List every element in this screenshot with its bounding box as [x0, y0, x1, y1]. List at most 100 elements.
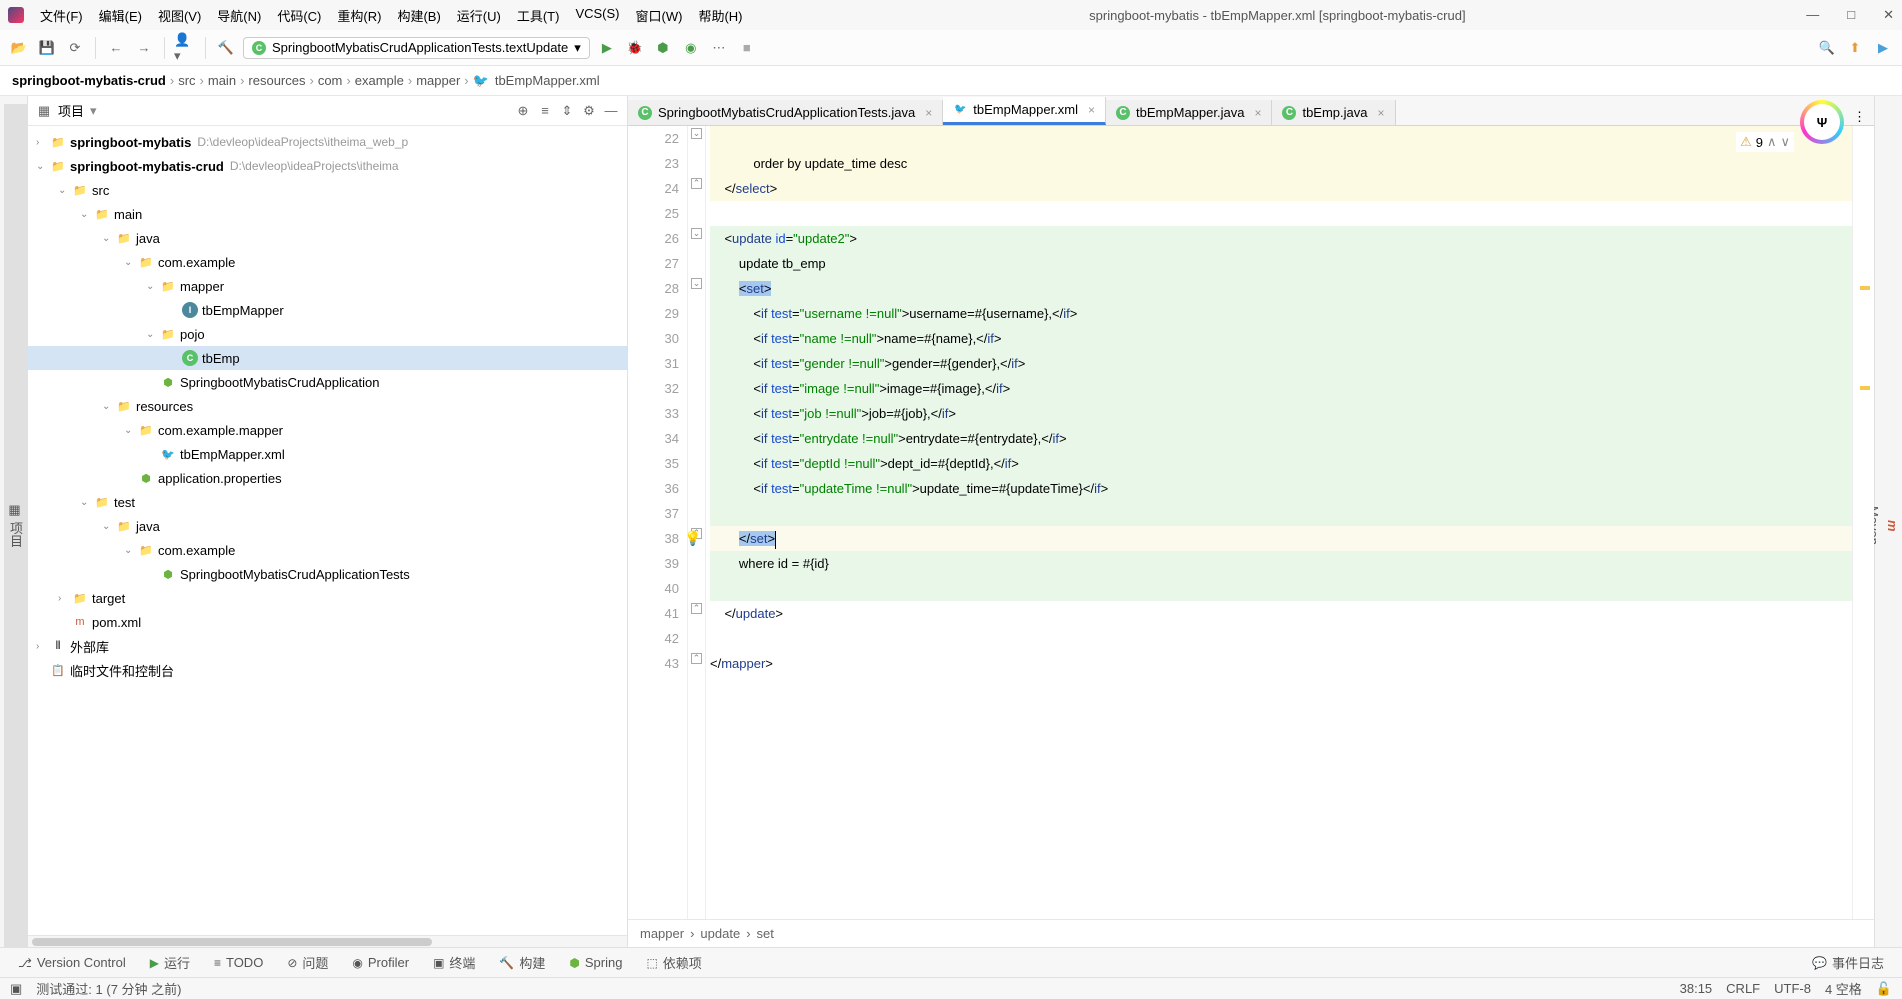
file-encoding[interactable]: UTF-8	[1774, 981, 1811, 996]
maximize-button[interactable]: □	[1847, 7, 1855, 23]
tree-item[interactable]: ⌄📁main	[28, 202, 627, 226]
run-config-selector[interactable]: C SpringbootMybatisCrudApplicationTests.…	[243, 37, 590, 59]
problems-tab[interactable]: ⊘问题	[277, 950, 338, 975]
menu-vcs[interactable]: VCS(S)	[569, 4, 625, 27]
tree-item[interactable]: ›⫴外部库	[28, 634, 627, 658]
search-icon[interactable]: 🔍	[1816, 37, 1838, 59]
avatar-icon[interactable]: 👤▾	[174, 37, 196, 59]
settings-icon[interactable]: ⚙	[581, 103, 597, 119]
expand-all-icon[interactable]: ≡	[537, 103, 553, 119]
tree-item[interactable]: 🐦tbEmpMapper.xml	[28, 442, 627, 466]
editor-tab[interactable]: CSpringbootMybatisCrudApplicationTests.j…	[628, 100, 943, 125]
tree-item[interactable]: ›📁springboot-mybatisD:\devleop\ideaProje…	[28, 130, 627, 154]
tree-item[interactable]: ⌄📁com.example	[28, 538, 627, 562]
structure-tool-button[interactable]: ⬚ 结构	[0, 504, 4, 947]
menu-code[interactable]: 代码(C)	[271, 4, 327, 27]
tree-item[interactable]: ⌄📁com.example	[28, 250, 627, 274]
coverage-button[interactable]: ⬢	[652, 37, 674, 59]
breadcrumb-item[interactable]: main	[208, 73, 236, 88]
tree-item[interactable]: ⌄📁java	[28, 226, 627, 250]
inspect-up-icon[interactable]: ∧	[1767, 134, 1777, 150]
tree-item[interactable]: ⌄📁mapper	[28, 274, 627, 298]
tree-item[interactable]: ⌄📁test	[28, 490, 627, 514]
menu-navigate[interactable]: 导航(N)	[211, 4, 267, 27]
tabs-more-icon[interactable]: ⋮	[1845, 109, 1874, 125]
breadcrumb-item[interactable]: src	[178, 73, 195, 88]
select-opened-icon[interactable]: ⊕	[515, 103, 531, 119]
terminal-tab[interactable]: ▣终端	[423, 950, 485, 975]
attach-button[interactable]: ⋯	[708, 37, 730, 59]
indent-info[interactable]: 4 空格	[1825, 979, 1862, 998]
breadcrumb-item[interactable]: mapper	[416, 73, 460, 88]
readonly-toggle[interactable]: 🔓	[1876, 981, 1892, 997]
tree-item[interactable]: ⌄📁springboot-mybatis-crudD:\devleop\idea…	[28, 154, 627, 178]
tree-item[interactable]: ⌄📁java	[28, 514, 627, 538]
eventlog-tab[interactable]: 💬事件日志	[1802, 950, 1894, 975]
menu-help[interactable]: 帮助(H)	[692, 4, 748, 27]
project-view-icon[interactable]: ▦	[36, 103, 52, 119]
close-button[interactable]: ✕	[1883, 7, 1894, 23]
menu-refactor[interactable]: 重构(R)	[331, 4, 387, 27]
tree-item[interactable]: ⌄📁resources	[28, 394, 627, 418]
todo-tab[interactable]: ≡TODO	[204, 952, 273, 973]
warning-icon[interactable]: ⚠	[1740, 134, 1752, 150]
back-icon[interactable]: ←	[105, 37, 127, 59]
open-icon[interactable]: 📂	[8, 37, 30, 59]
fold-gutter[interactable]: ⌄⌃⌄⌄⌃⌃⌃	[688, 126, 706, 919]
editor-tab[interactable]: 🐦tbEmpMapper.xml×	[943, 97, 1106, 125]
ai-assistant-badge[interactable]: Ψ	[1800, 100, 1844, 144]
tree-item[interactable]: CtbEmp	[28, 346, 627, 370]
code-editor[interactable]: order by update_time desc </select> <upd…	[706, 126, 1852, 919]
breadcrumb-item[interactable]: resources	[248, 73, 305, 88]
tree-item[interactable]: ⬢SpringbootMybatisCrudApplicationTests	[28, 562, 627, 586]
minimize-button[interactable]: —	[1806, 7, 1819, 23]
horizontal-scrollbar[interactable]	[28, 935, 627, 947]
tree-item[interactable]: ›📁target	[28, 586, 627, 610]
tree-item[interactable]: mpom.xml	[28, 610, 627, 634]
spring-tab[interactable]: ⬢Spring	[559, 952, 632, 973]
editor-bc-item[interactable]: update	[700, 926, 740, 941]
breadcrumb-item[interactable]: tbEmpMapper.xml	[495, 73, 600, 88]
editor-bc-item[interactable]: mapper	[640, 926, 684, 941]
save-icon[interactable]: 💾	[36, 37, 58, 59]
project-tree[interactable]: ›📁springboot-mybatisD:\devleop\ideaProje…	[28, 126, 627, 935]
deps-tab[interactable]: ⬚依赖项	[636, 950, 711, 975]
tree-item[interactable]: 📋临时文件和控制台	[28, 658, 627, 682]
menu-view[interactable]: 视图(V)	[152, 4, 207, 27]
project-tool-button[interactable]: ▦ 项目	[4, 104, 27, 947]
build-icon[interactable]: 🔨	[215, 37, 237, 59]
run-tab[interactable]: ▶运行	[140, 950, 200, 975]
menu-window[interactable]: 窗口(W)	[630, 4, 689, 27]
tree-item[interactable]: ⌄📁src	[28, 178, 627, 202]
profile-button[interactable]: ◉	[680, 37, 702, 59]
debug-button[interactable]: 🐞	[624, 37, 646, 59]
menu-file[interactable]: 文件(F)	[34, 4, 89, 27]
forward-icon[interactable]: →	[133, 37, 155, 59]
cursor-position[interactable]: 38:15	[1680, 981, 1713, 996]
tool-window-toggle[interactable]: ▣	[10, 981, 22, 997]
tree-item[interactable]: ⌄📁com.example.mapper	[28, 418, 627, 442]
ai-icon[interactable]: ▶	[1872, 37, 1894, 59]
menu-run[interactable]: 运行(U)	[451, 4, 507, 27]
collapse-all-icon[interactable]: ⇕	[559, 103, 575, 119]
profiler-tab[interactable]: ◉Profiler	[342, 952, 419, 973]
updates-icon[interactable]: ⬆	[1844, 37, 1866, 59]
error-stripe[interactable]	[1852, 126, 1874, 919]
line-gutter[interactable]: 2223242526🐦27282930313233343536373839404…	[628, 126, 688, 919]
line-separator[interactable]: CRLF	[1726, 981, 1760, 996]
build-tab[interactable]: 🔨构建	[489, 950, 555, 975]
menu-tools[interactable]: 工具(T)	[511, 4, 566, 27]
tree-item[interactable]: ⬢application.properties	[28, 466, 627, 490]
dropdown-icon[interactable]: ▾	[90, 103, 97, 119]
tree-item[interactable]: ItbEmpMapper	[28, 298, 627, 322]
menu-edit[interactable]: 编辑(E)	[93, 4, 148, 27]
breadcrumb-item[interactable]: springboot-mybatis-crud	[12, 73, 166, 88]
breadcrumb-item[interactable]: com	[318, 73, 343, 88]
editor-tab[interactable]: CtbEmp.java×	[1272, 100, 1395, 125]
sync-icon[interactable]: ⟳	[64, 37, 86, 59]
menu-build[interactable]: 构建(B)	[391, 4, 446, 27]
breadcrumb-item[interactable]: example	[355, 73, 404, 88]
editor-bc-item[interactable]: set	[757, 926, 774, 941]
editor-tab[interactable]: CtbEmpMapper.java×	[1106, 100, 1272, 125]
run-button[interactable]: ▶	[596, 37, 618, 59]
